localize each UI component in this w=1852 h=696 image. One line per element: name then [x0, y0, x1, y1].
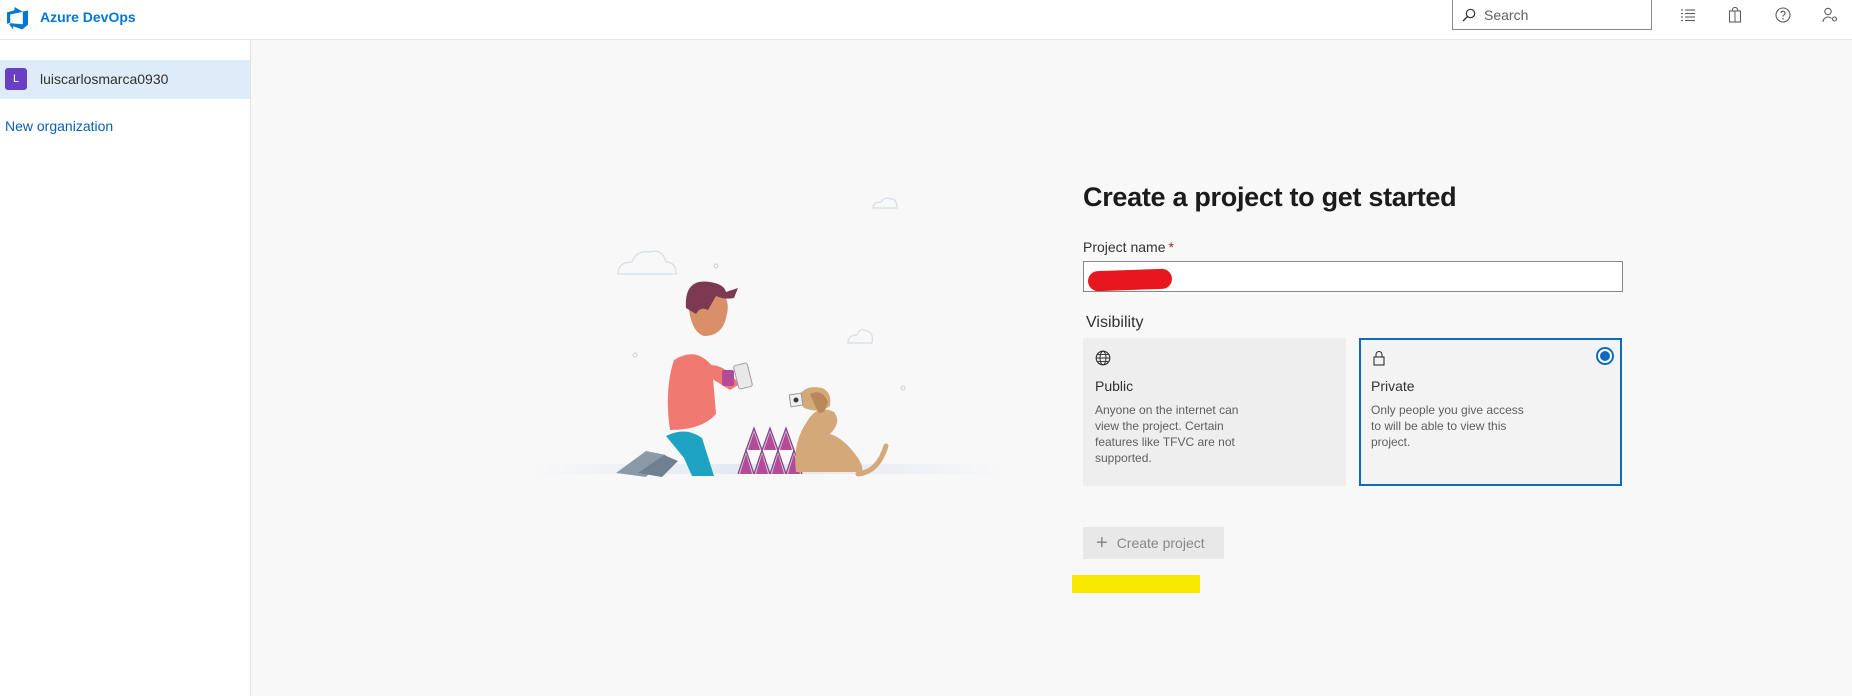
organization-name: luiscarlosmarca0930 — [40, 71, 169, 87]
avatar: L — [5, 68, 27, 90]
lock-icon — [1373, 351, 1385, 366]
search-input[interactable] — [1484, 7, 1644, 23]
plus-icon: + — [1096, 532, 1108, 554]
required-marker: * — [1168, 239, 1174, 255]
option-description: Anyone on the internet can view the proj… — [1095, 403, 1239, 465]
shopping-bag-icon[interactable] — [1723, 6, 1747, 24]
project-name-label: Project name * — [1083, 239, 1174, 255]
visibility-label: Visibility — [1086, 314, 1144, 331]
brand-title[interactable]: Azure DevOps — [40, 9, 136, 25]
help-icon[interactable] — [1771, 6, 1795, 24]
azure-devops-logo-icon[interactable] — [6, 6, 30, 30]
sidebar: L luiscarlosmarca0930 New organization — [0, 40, 251, 696]
top-bar: Azure DevOps — [0, 0, 1852, 40]
user-settings-icon[interactable] — [1818, 6, 1842, 24]
sidebar-item-organization[interactable]: L luiscarlosmarca0930 — [0, 60, 250, 99]
highlight-mark — [1072, 575, 1200, 593]
project-name-label-text: Project name — [1083, 239, 1166, 255]
page-title: Create a project to get started — [1083, 182, 1457, 212]
create-project-label: Create project — [1116, 535, 1205, 551]
option-title: Private — [1371, 378, 1415, 394]
visibility-option-private[interactable]: Private Only people you give access to w… — [1359, 338, 1622, 486]
search-icon — [1462, 8, 1476, 22]
option-title: Public — [1095, 378, 1134, 394]
globe-icon — [1095, 350, 1111, 366]
redaction-mark — [1087, 268, 1173, 292]
new-organization-link[interactable]: New organization — [5, 118, 113, 134]
selected-radio[interactable] — [1596, 347, 1614, 365]
list-icon[interactable] — [1676, 6, 1700, 24]
create-project-button[interactable]: + Create project — [1083, 527, 1224, 559]
visibility-option-public[interactable]: Public Anyone on the internet can view t… — [1083, 338, 1346, 486]
search-box[interactable] — [1452, 0, 1652, 30]
project-name-field[interactable] — [1083, 261, 1623, 292]
house-of-cards-illustration — [528, 197, 1008, 477]
option-description: Only people you give access to will be a… — [1371, 403, 1524, 449]
